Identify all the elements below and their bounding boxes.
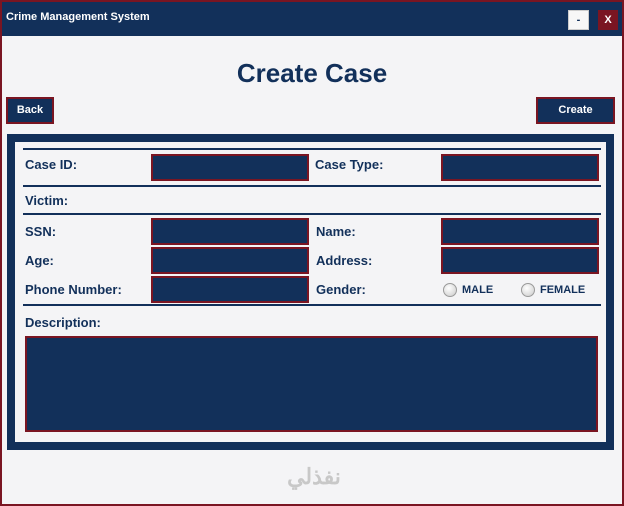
divider-victim [23, 213, 601, 215]
form-frame: Case ID: Case Type: Victim: SSN: Name: A… [7, 134, 614, 450]
form-panel: Case ID: Case Type: Victim: SSN: Name: A… [15, 142, 606, 442]
gender-label: Gender: [316, 282, 366, 297]
address-label: Address: [316, 253, 373, 268]
title-bar[interactable]: Crime Management System - X [2, 2, 622, 36]
name-input[interactable] [441, 218, 599, 245]
female-radio[interactable] [521, 283, 535, 297]
divider-case [23, 185, 601, 187]
watermark-logo: نفذلي [287, 464, 341, 489]
age-input[interactable] [151, 247, 309, 274]
back-button[interactable]: Back [6, 97, 54, 124]
description-textarea[interactable] [25, 336, 598, 432]
case-type-label: Case Type: [315, 157, 384, 172]
create-button[interactable]: Create [536, 97, 615, 124]
ssn-input[interactable] [151, 218, 309, 245]
divider-top [23, 148, 601, 150]
description-label: Description: [25, 315, 101, 330]
ssn-label: SSN: [25, 224, 57, 239]
male-radio-label: MALE [462, 284, 494, 296]
close-button[interactable]: X [598, 10, 618, 30]
case-id-label: Case ID: [25, 157, 78, 172]
address-input[interactable] [441, 247, 599, 274]
phone-number-input[interactable] [151, 276, 309, 303]
case-type-input[interactable] [441, 154, 599, 181]
age-label: Age: [25, 253, 54, 268]
female-radio-label: FEMALE [540, 284, 586, 296]
minimize-button[interactable]: - [568, 10, 589, 30]
phone-number-label: Phone Number: [25, 282, 122, 297]
victim-label: Victim: [25, 193, 69, 208]
app-window: Crime Management System - X Create Case … [0, 0, 624, 506]
page-title: Create Case [236, 58, 388, 88]
app-title: Crime Management System [6, 11, 150, 23]
male-radio[interactable] [443, 283, 457, 297]
divider-description [23, 304, 601, 306]
case-id-input[interactable] [151, 154, 309, 181]
name-label: Name: [316, 224, 356, 239]
